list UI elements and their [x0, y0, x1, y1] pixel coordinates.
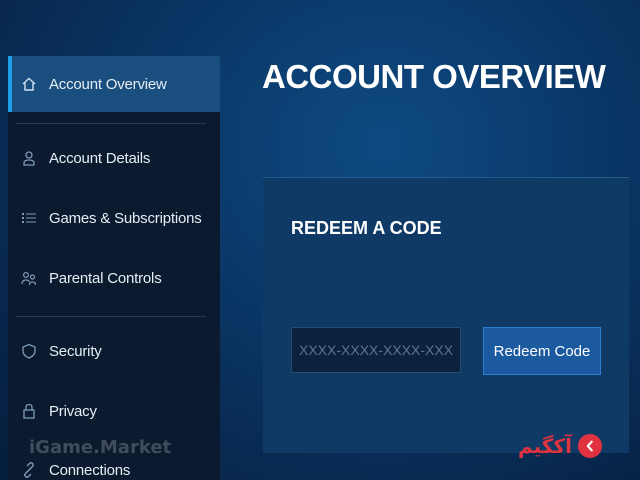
sidebar-item-label: Games & Subscriptions — [49, 209, 202, 227]
link-icon — [21, 462, 37, 478]
user-icon — [21, 150, 37, 166]
redeem-code-panel: REDEEM A CODE Redeem Code — [263, 177, 629, 453]
page-title: ACCOUNT OVERVIEW — [262, 58, 606, 95]
sidebar-item-privacy[interactable]: Privacy — [8, 383, 220, 439]
sidebar: Account Overview Account Details Games &… — [8, 56, 220, 480]
sidebar-item-games-subscriptions[interactable]: Games & Subscriptions — [8, 190, 220, 246]
sidebar-item-label: Connections — [49, 461, 131, 479]
sidebar-item-label: Security — [49, 342, 102, 360]
watermark-brand-text: آکگیم — [518, 434, 572, 458]
brand-logo-icon — [577, 434, 602, 458]
redeem-code-button[interactable]: Redeem Code — [483, 327, 601, 375]
sidebar-item-label: Account Overview — [49, 75, 167, 93]
sidebar-item-parental-controls[interactable]: Parental Controls — [8, 250, 220, 306]
sidebar-item-account-overview[interactable]: Account Overview — [8, 56, 220, 112]
shield-icon — [21, 343, 37, 359]
watermark-brand: آکگیم — [518, 434, 602, 458]
sidebar-divider — [16, 123, 206, 124]
parental-icon — [21, 270, 37, 286]
redeem-code-title: REDEEM A CODE — [291, 218, 442, 238]
sidebar-item-account-details[interactable]: Account Details — [8, 130, 220, 186]
redeem-code-input[interactable] — [291, 327, 461, 373]
sidebar-item-label: Parental Controls — [49, 269, 162, 287]
sidebar-item-label: Privacy — [49, 402, 97, 420]
home-icon — [21, 76, 37, 92]
lock-icon — [21, 403, 37, 419]
watermark-igame-market: iGame.Market — [29, 437, 172, 458]
sidebar-item-label: Account Details — [49, 149, 151, 167]
sidebar-item-security[interactable]: Security — [8, 323, 220, 379]
list-icon — [21, 210, 37, 226]
sidebar-divider — [16, 316, 206, 317]
